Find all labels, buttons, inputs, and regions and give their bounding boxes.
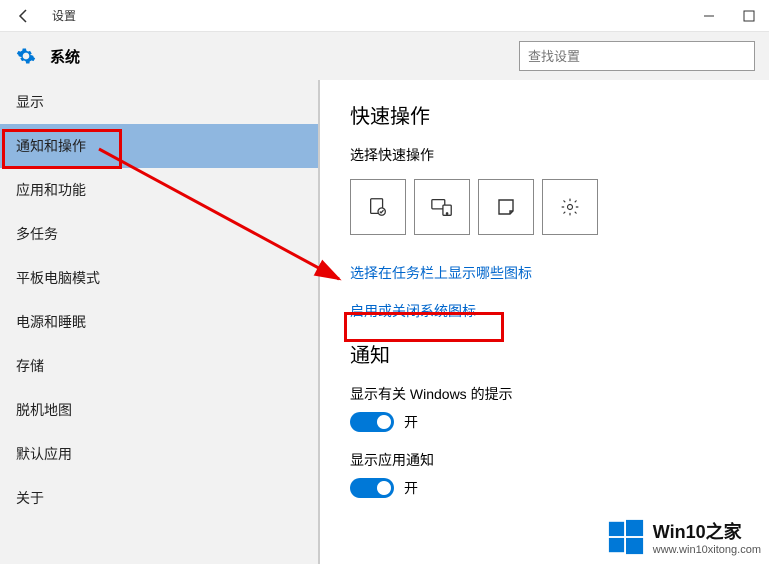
titlebar: 设置 <box>0 0 769 32</box>
gear-icon <box>10 46 42 66</box>
back-button[interactable] <box>0 0 48 32</box>
sidebar-item-storage[interactable]: 存储 <box>0 344 318 388</box>
notifications-title: 通知 <box>350 339 739 368</box>
tile-settings-icon[interactable] <box>542 179 598 235</box>
main-panel: 快速操作 选择快速操作 选择在任务栏上显示哪些图标 启用或关闭系统图标 通知 显… <box>320 80 769 564</box>
toggle-app-notify[interactable] <box>350 478 394 498</box>
watermark-url: www.win10xitong.com <box>653 544 761 556</box>
sidebar-item-maps[interactable]: 脱机地图 <box>0 388 318 432</box>
maximize-button[interactable] <box>729 0 769 32</box>
search-input[interactable] <box>519 41 755 71</box>
tile-note-icon[interactable] <box>478 179 534 235</box>
sidebar-item-power[interactable]: 电源和睡眠 <box>0 300 318 344</box>
link-taskbar-icons[interactable]: 选择在任务栏上显示哪些图标 <box>350 263 739 283</box>
sidebar-item-multitask[interactable]: 多任务 <box>0 212 318 256</box>
link-system-icons[interactable]: 启用或关闭系统图标 <box>350 301 739 321</box>
watermark: Win10之家 www.win10xitong.com <box>607 518 761 556</box>
quick-actions-subtitle: 选择快速操作 <box>350 145 739 165</box>
toggle-tips[interactable] <box>350 412 394 432</box>
windows-logo-icon <box>607 518 645 556</box>
sidebar-item-notifications[interactable]: 通知和操作 <box>0 124 318 168</box>
sidebar-item-about[interactable]: 关于 <box>0 476 318 520</box>
toggle-app-notify-state: 开 <box>404 478 418 498</box>
toggle-app-notify-label: 显示应用通知 <box>350 450 739 470</box>
sidebar-item-default-apps[interactable]: 默认应用 <box>0 432 318 476</box>
page-title: 系统 <box>50 46 80 67</box>
toggle-tips-label: 显示有关 Windows 的提示 <box>350 384 739 404</box>
sidebar-item-tablet[interactable]: 平板电脑模式 <box>0 256 318 300</box>
tile-tablet-icon[interactable] <box>350 179 406 235</box>
sidebar-item-apps[interactable]: 应用和功能 <box>0 168 318 212</box>
window-title: 设置 <box>52 7 76 24</box>
sidebar-item-display[interactable]: 显示 <box>0 80 318 124</box>
sidebar: 显示 通知和操作 应用和功能 多任务 平板电脑模式 电源和睡眠 存储 脱机地图 … <box>0 80 320 564</box>
quick-tiles <box>350 179 739 235</box>
toggle-tips-state: 开 <box>404 412 418 432</box>
tile-connect-icon[interactable] <box>414 179 470 235</box>
header: 系统 <box>0 32 769 80</box>
watermark-title: Win10之家 <box>653 518 761 544</box>
quick-actions-title: 快速操作 <box>350 100 739 129</box>
minimize-button[interactable] <box>689 0 729 32</box>
